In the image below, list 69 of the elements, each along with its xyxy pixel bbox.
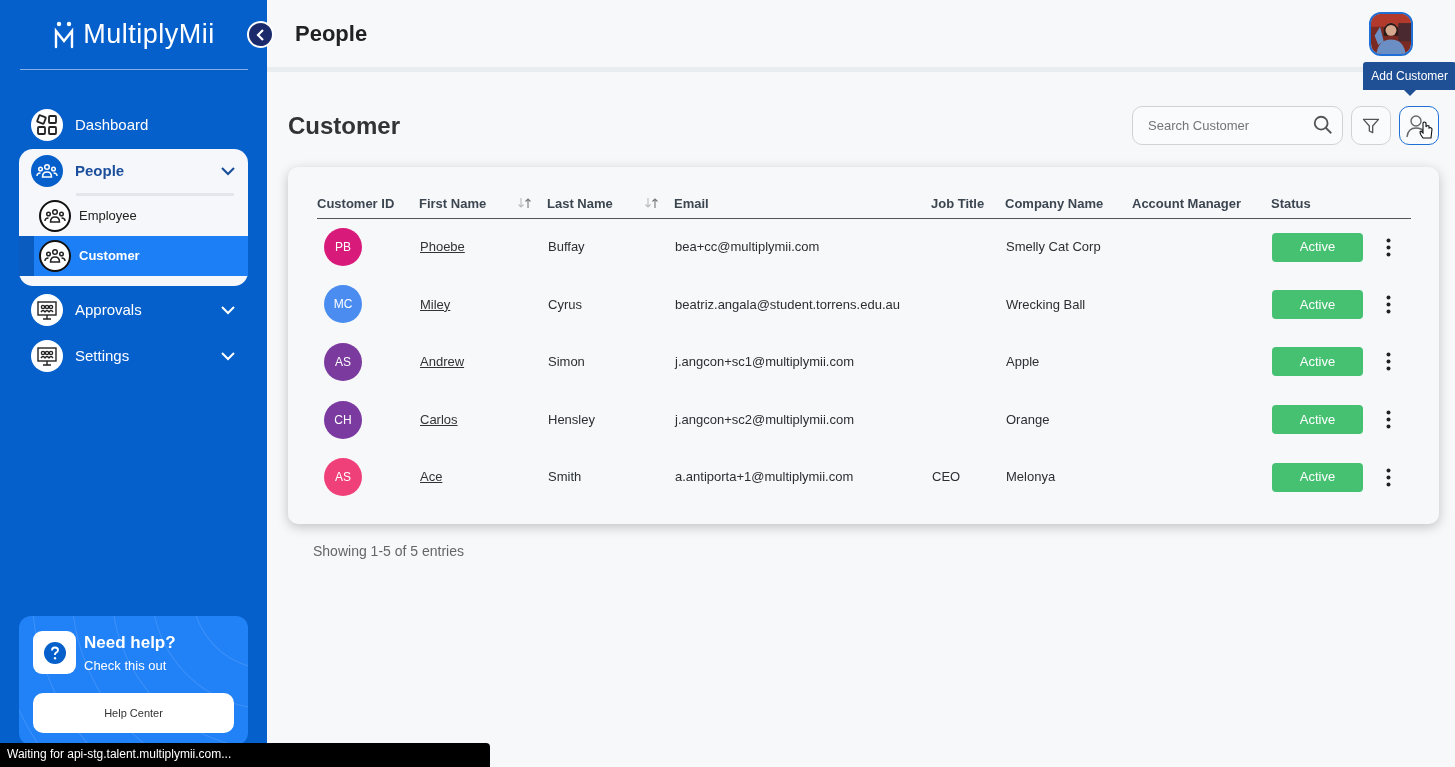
more-icon bbox=[1386, 237, 1391, 257]
entries-count: Showing 1-5 of 5 entries bbox=[313, 541, 465, 561]
avatar-initials: AS bbox=[324, 458, 362, 497]
more-icon bbox=[1386, 352, 1391, 372]
add-customer-button[interactable] bbox=[1399, 106, 1439, 145]
help-title: Need help? bbox=[84, 632, 176, 654]
more-icon bbox=[1386, 467, 1391, 487]
tooltip: Add Customer bbox=[1363, 62, 1455, 96]
more-icon bbox=[1386, 294, 1391, 314]
people-icon bbox=[31, 155, 63, 187]
nav-item[interactable]: Approvals bbox=[19, 288, 248, 332]
table-cell: Orange bbox=[1006, 411, 1050, 427]
customer-name-link[interactable]: Miley bbox=[420, 296, 451, 312]
logo-text: MultiplyMii bbox=[83, 18, 215, 52]
dashboard-icon bbox=[31, 109, 63, 141]
table-cell: Simon bbox=[548, 354, 585, 370]
avatar-initials: CH bbox=[324, 400, 362, 439]
column-header: Email bbox=[674, 196, 709, 211]
avatar-initials: MC bbox=[324, 285, 362, 324]
nav-item[interactable]: Settings bbox=[19, 334, 248, 378]
table-cell: Wrecking Ball bbox=[1006, 296, 1086, 312]
customer-name-link[interactable]: Carlos bbox=[420, 411, 458, 427]
column-header: Customer ID bbox=[317, 196, 395, 211]
collapse-button[interactable] bbox=[247, 21, 274, 48]
status-bar: Waiting for api-stg.talent.multiplymii.com... bbox=[0, 743, 490, 767]
customer-name-link[interactable]: Phoebe bbox=[420, 239, 465, 255]
column-header: Last Name bbox=[547, 196, 613, 211]
more-icon bbox=[1386, 410, 1391, 430]
table-cell: Apple bbox=[1006, 354, 1040, 370]
nav-item[interactable]: Dashboard bbox=[19, 103, 248, 147]
column-header: Account Manager bbox=[1132, 196, 1242, 211]
column-header: Job Title bbox=[931, 196, 985, 211]
user-add-icon bbox=[1404, 112, 1434, 139]
customer-name-link[interactable]: Andrew bbox=[420, 354, 465, 370]
logo-icon bbox=[53, 20, 76, 49]
chevron-left-icon bbox=[255, 28, 266, 41]
customer-name-link[interactable]: Ace bbox=[420, 469, 443, 485]
monitor-icon bbox=[31, 340, 63, 372]
help-subtitle: Check this out bbox=[84, 656, 168, 675]
people-icon bbox=[39, 200, 71, 232]
people-icon bbox=[39, 240, 71, 272]
monitor-icon bbox=[31, 294, 63, 326]
table-cell: Smelly Cat Corp bbox=[1006, 239, 1101, 255]
table-cell: beatriz.angala@student.torrens.edu.au bbox=[675, 296, 900, 312]
column-header: Company Name bbox=[1005, 196, 1104, 211]
table-cell: a.antiporta+1@multiplymii.com bbox=[675, 469, 854, 485]
table-cell: Cyrus bbox=[548, 296, 582, 312]
search-icon[interactable] bbox=[1312, 114, 1334, 136]
column-header: First Name bbox=[419, 196, 487, 211]
filter-button[interactable] bbox=[1351, 106, 1391, 145]
table-cell: Smith bbox=[548, 469, 582, 485]
help-center-button[interactable]: Help Center bbox=[33, 693, 234, 733]
help-icon bbox=[33, 631, 76, 674]
nav-subitem[interactable]: Employee bbox=[19, 196, 248, 236]
avatar-initials: AS bbox=[324, 343, 362, 381]
table-cell: Melonya bbox=[1006, 469, 1056, 485]
table-cell: bea+cc@multiplymii.com bbox=[675, 239, 820, 255]
table-cell: Hensley bbox=[548, 411, 595, 427]
search-field[interactable]: Search Customer bbox=[1132, 106, 1343, 145]
table-cell: CEO bbox=[932, 469, 961, 485]
avatar-initials: PB bbox=[324, 228, 362, 267]
page-header-title: People bbox=[295, 20, 368, 48]
table-cell: Buffay bbox=[548, 239, 585, 255]
section-title: Customer bbox=[288, 110, 401, 141]
nav-item[interactable]: People bbox=[19, 149, 248, 193]
table-cell: j.angcon+sc1@multiplymii.com bbox=[675, 354, 854, 370]
table-cell: j.angcon+sc2@multiplymii.com bbox=[675, 411, 854, 427]
nav-subitem[interactable]: Customer bbox=[19, 236, 248, 276]
column-header: Status bbox=[1271, 196, 1311, 211]
